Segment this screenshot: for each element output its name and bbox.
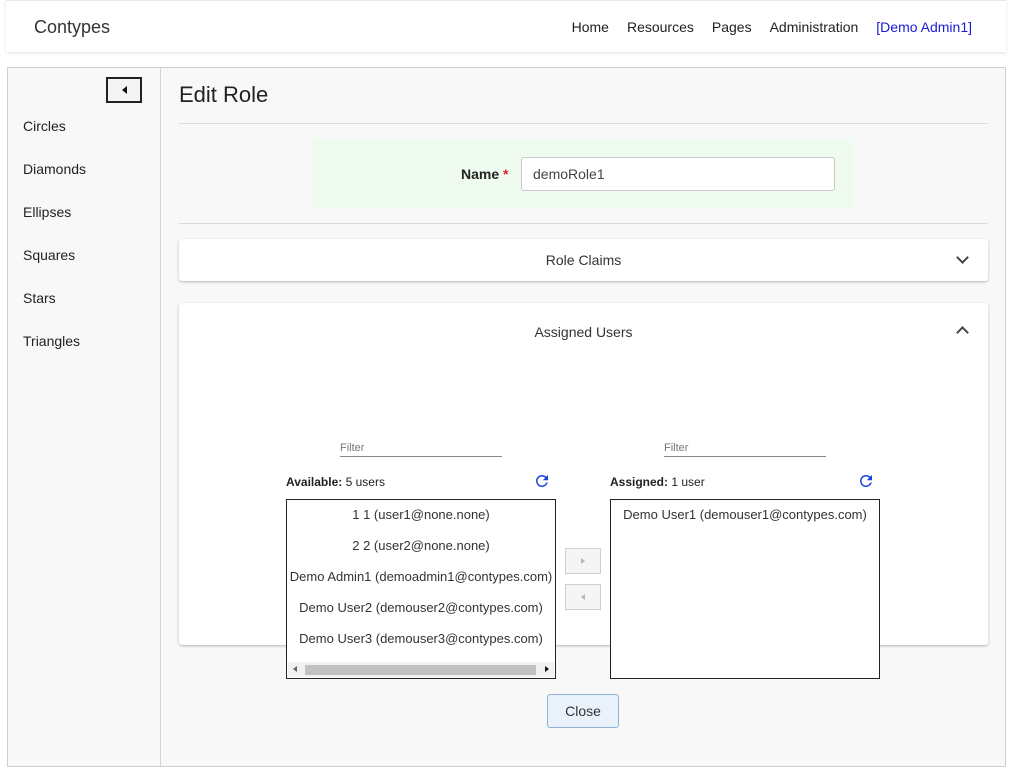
sidebar-item-squares[interactable]: Squares [23,247,86,290]
scroll-left-arrow-icon[interactable] [293,666,297,672]
sidebar-item-stars[interactable]: Stars [23,290,86,333]
divider [179,223,988,224]
top-navbar: Contypes Home Resources Pages Administra… [6,0,1006,52]
name-field-panel: Name * [312,139,853,209]
close-button[interactable]: Close [547,694,619,728]
sidebar-collapse-button[interactable] [106,77,142,103]
available-count-text: 5 users [345,475,385,489]
sidebar: Circles Diamonds Ellipses Squares Stars … [8,68,161,766]
sidebar-item-diamonds[interactable]: Diamonds [23,161,86,204]
nav-resources[interactable]: Resources [627,19,694,35]
required-marker: * [503,166,509,182]
main-nav: Home Resources Pages Administration [Dem… [572,19,972,35]
refresh-icon[interactable] [857,472,875,490]
caret-left-icon [121,86,127,94]
scroll-right-arrow-icon[interactable] [545,666,549,672]
content-frame: Circles Diamonds Ellipses Squares Stars … [7,67,1006,767]
available-count: Available: 5 users [286,475,385,489]
divider [179,123,988,124]
page-title: Edit Role [179,82,269,107]
nav-administration[interactable]: Administration [770,19,859,35]
sidebar-item-ellipses[interactable]: Ellipses [23,204,86,247]
list-item[interactable]: Demo User1 (demouser1@contypes.com) [611,501,879,532]
list-item[interactable]: 2 2 (user2@none.none) [287,532,555,563]
available-users-list[interactable]: 1 1 (user1@none.none) 2 2 (user2@none.no… [286,499,556,679]
list-item[interactable]: Demo User3 (demouser3@contypes.com) [287,625,555,656]
nav-pages[interactable]: Pages [712,19,752,35]
sidebar-list: Circles Diamonds Ellipses Squares Stars … [23,118,86,376]
list-item[interactable]: Demo Admin1 (demoadmin1@contypes.com) [287,563,555,594]
list-item[interactable]: Demo User2 (demouser2@contypes.com) [287,594,555,625]
assigned-label: Assigned: [610,475,669,489]
list-item[interactable]: 1 1 (user1@none.none) [287,501,555,532]
role-claims-panel[interactable]: Role Claims [179,239,988,281]
assigned-users-list[interactable]: Demo User1 (demouser1@contypes.com) [610,499,880,679]
sidebar-item-triangles[interactable]: Triangles [23,333,86,376]
assigned-users-panel: Assigned Users Available: 5 users 1 1 (u… [179,303,988,679]
refresh-icon[interactable] [533,472,551,490]
role-claims-title: Role Claims [545,252,622,268]
available-label: Available: [286,475,343,489]
assigned-users-title: Assigned Users [534,324,633,340]
move-to-available-button[interactable] [565,584,601,610]
horizontal-scrollbar[interactable] [288,662,554,677]
scrollbar-thumb[interactable] [305,665,536,675]
arrow-left-icon [581,594,585,600]
name-label-text: Name [461,166,500,182]
nav-current-user[interactable]: [Demo Admin1] [876,19,972,35]
move-to-assigned-button[interactable] [565,548,601,574]
assigned-filter-input[interactable] [664,439,826,457]
name-input[interactable] [521,157,835,191]
assigned-count: Assigned: 1 user [610,475,705,489]
arrow-right-icon [581,558,585,564]
assigned-count-text: 1 user [671,475,705,489]
available-filter-input[interactable] [340,439,502,457]
brand-logo[interactable]: Contypes [34,17,110,38]
sidebar-item-circles[interactable]: Circles [23,118,86,161]
name-label: Name * [461,166,508,182]
nav-home[interactable]: Home [572,19,609,35]
